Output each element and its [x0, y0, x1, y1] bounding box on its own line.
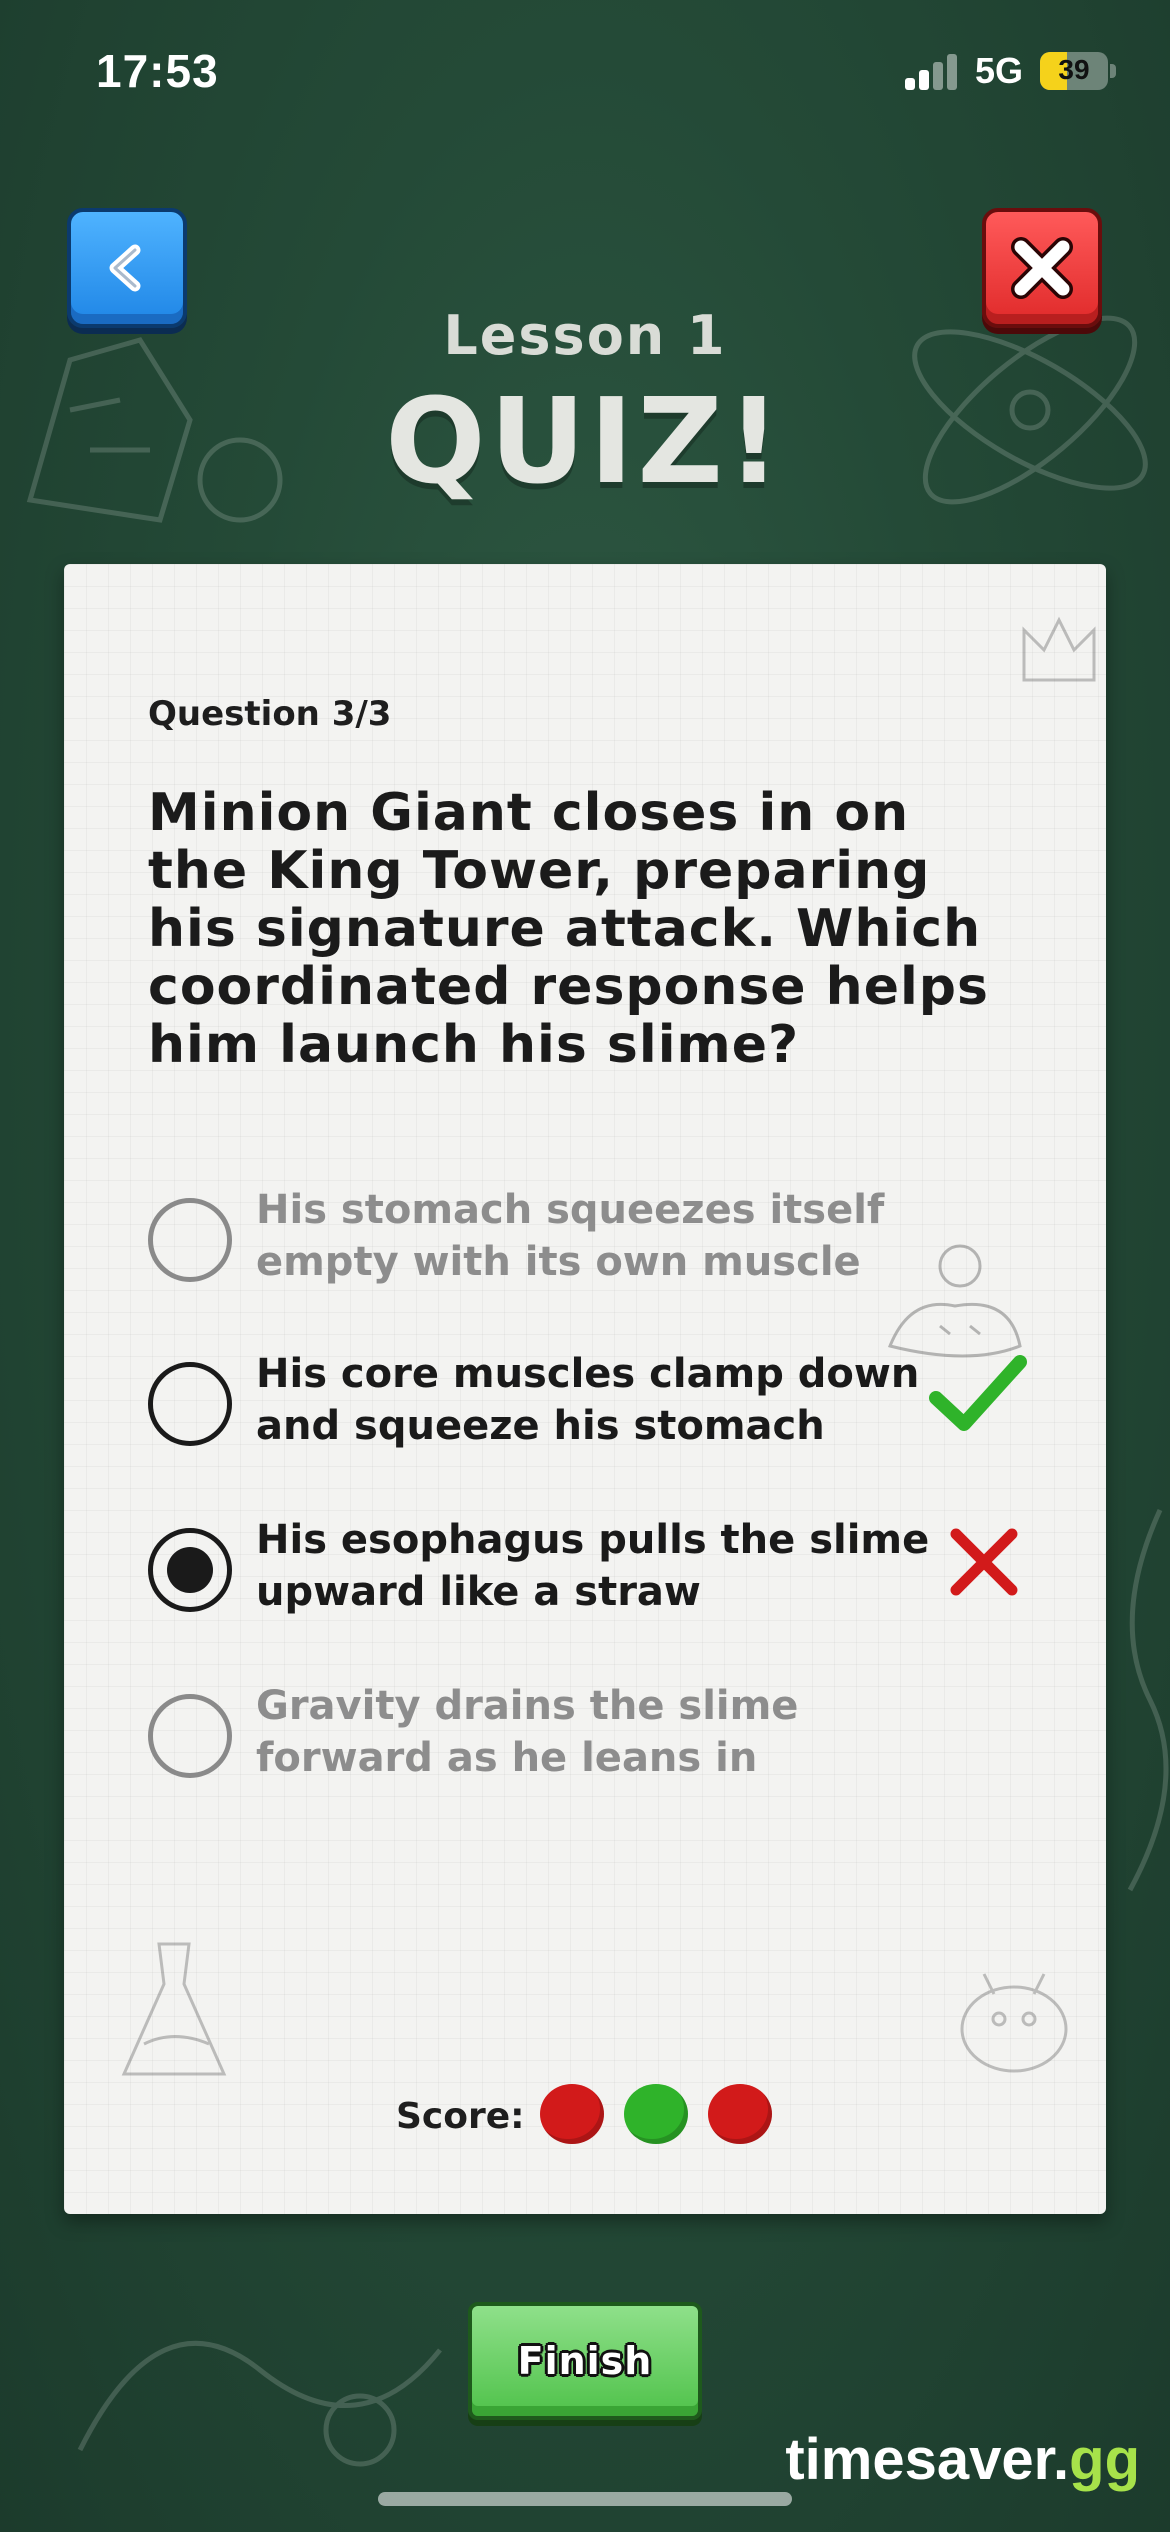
finish-button-label: Finish — [517, 2339, 653, 2383]
chalk-doodle-bottom — [77, 2340, 442, 2467]
chalk-doodle-right — [1127, 1508, 1169, 1892]
score-label: Score: — [396, 2096, 525, 2137]
radio-button[interactable] — [148, 1362, 232, 1446]
status-time: 17:53 — [96, 45, 219, 97]
crown-sketch-icon — [1022, 616, 1096, 682]
answer-option-label: His esophagus pulls the slime upward lik… — [256, 1517, 930, 1615]
battery-icon: 39 — [1040, 52, 1108, 90]
answer-option-4[interactable]: Gravity drains the slime forward as he l… — [148, 1678, 1028, 1808]
correct-checkmark-icon — [929, 1355, 1027, 1431]
radio-selected-dot — [167, 1547, 213, 1593]
battery-tip — [1110, 64, 1116, 78]
quiz-title: QUIZ! — [385, 372, 785, 510]
close-x-icon — [1011, 237, 1073, 299]
finish-button[interactable]: Finish — [468, 2302, 702, 2420]
chevron-left-icon — [109, 244, 141, 292]
question-counter: Question 3/3 — [148, 694, 392, 734]
answer-option-label: His stomach squeezes itself empty with i… — [256, 1187, 885, 1285]
home-indicator[interactable] — [378, 2492, 792, 2506]
watermark-accent: gg — [1069, 2427, 1140, 2492]
answer-option-3[interactable]: His esophagus pulls the slime upward lik… — [148, 1512, 1028, 1642]
watermark: timesaver.gg — [785, 2426, 1140, 2493]
answer-option-label: His core muscles clamp down and squeeze … — [256, 1351, 920, 1449]
score-dot-2 — [624, 2084, 688, 2144]
potion-sketch-icon — [121, 1942, 227, 2076]
watermark-main: timesaver. — [785, 2427, 1070, 2492]
creature-sketch-icon — [960, 1973, 1068, 2073]
radio-button[interactable] — [148, 1694, 232, 1778]
network-type: 5G — [975, 50, 1024, 91]
lesson-label: Lesson 1 — [443, 304, 727, 367]
cellular-signal-icon — [905, 54, 959, 90]
radio-button-selected[interactable] — [148, 1528, 232, 1612]
score-bar: Score: — [64, 2084, 1106, 2154]
radio-button[interactable] — [148, 1198, 232, 1282]
answer-option-label: Gravity drains the slime forward as he l… — [256, 1683, 799, 1781]
wrong-x-icon — [950, 1528, 1018, 1596]
status-bar: 17:53 5G 39 — [0, 0, 1170, 140]
battery-level: 39 — [1058, 54, 1090, 85]
quiz-card: Question 3/3 Minion Giant closes in on t… — [64, 564, 1106, 2214]
score-dot-3 — [708, 2084, 772, 2144]
score-dot-1 — [540, 2084, 604, 2144]
question-text: Minion Giant closes in on the King Tower… — [148, 783, 989, 1075]
